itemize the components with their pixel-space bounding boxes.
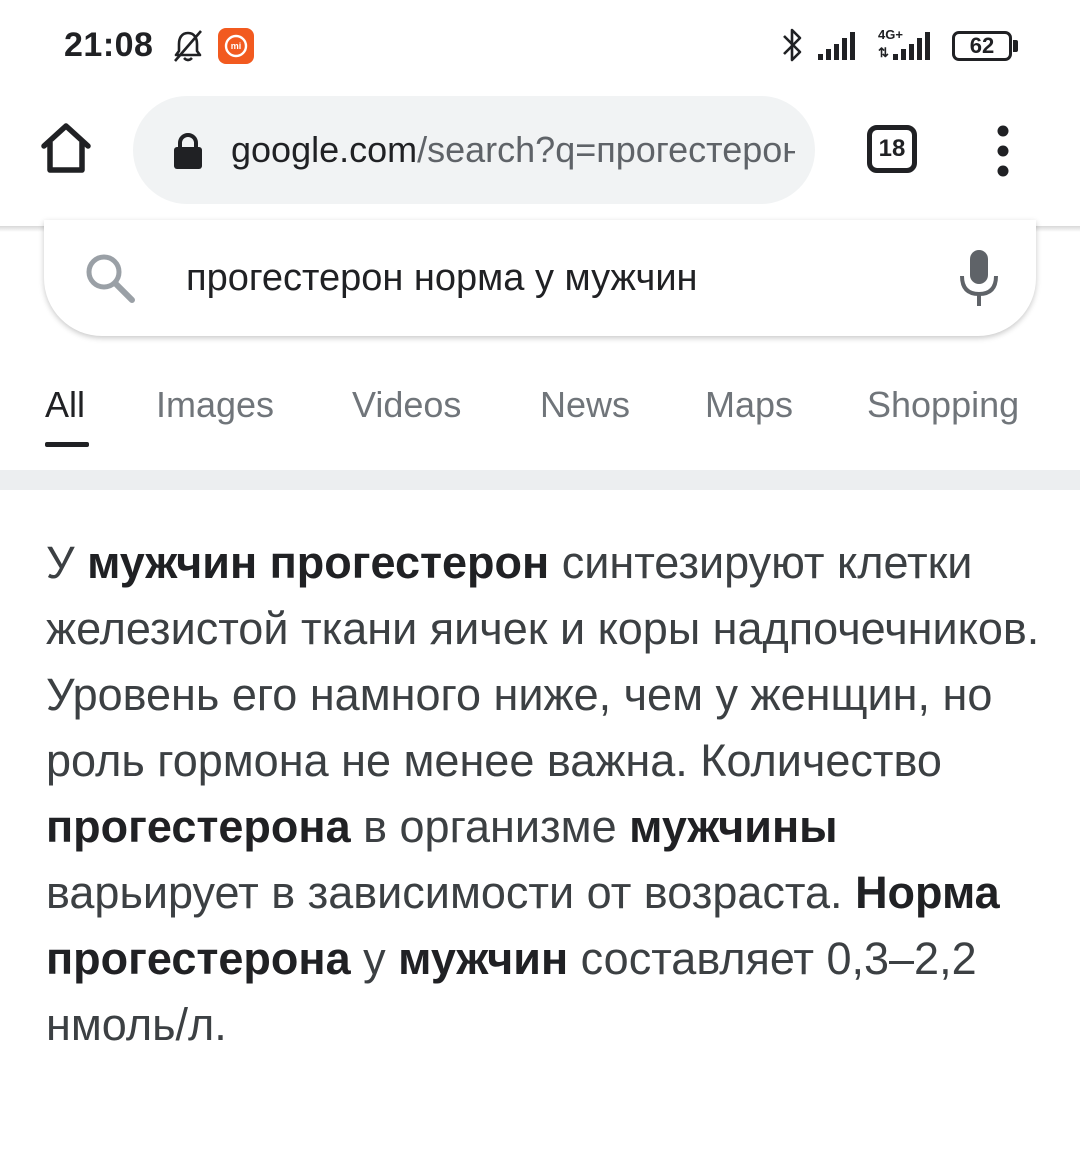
battery-icon: 62 [952,31,1012,61]
snippet-text: варьирует в зависимости от возраста. [46,867,856,918]
tabs-icon[interactable]: 18 [867,125,917,173]
url-domain: google.com [231,129,418,170]
tab-videos[interactable]: Videos [352,384,461,426]
signal-4g-icon [893,32,930,60]
tab-all[interactable]: All [45,384,85,426]
bell-muted-icon [174,30,202,62]
status-bar: 21:08 mi 4G+ ⇅ 62 [0,0,1080,92]
mi-app-icon: mi [218,28,254,64]
home-icon[interactable] [36,118,96,178]
tab-maps[interactable]: Maps [705,384,793,426]
section-divider [0,470,1080,490]
more-vert-icon[interactable] [986,124,1020,178]
battery-tip [1013,40,1018,52]
signal-icon [818,32,855,60]
snippet-text: У [46,537,88,588]
snippet-text: у [350,933,399,984]
status-time: 21:08 [64,26,154,64]
lock-icon [174,133,202,169]
search-tabs: All Images Videos News Maps Shopping [0,380,1080,450]
search-icon[interactable] [82,250,138,306]
svg-text:mi: mi [231,41,242,51]
url-bar[interactable]: google.com/search?q=прогестерон [133,96,815,204]
tab-images[interactable]: Images [156,384,274,426]
snippet-highlight: мужчин прогестерон [87,537,550,588]
tab-shopping[interactable]: Shopping [867,384,1019,426]
snippet-highlight: мужчины [629,801,838,852]
snippet-highlight: прогестерона [46,801,351,852]
snippet-highlight: мужчин [398,933,569,984]
snippet-text: в организме [350,801,630,852]
tab-news[interactable]: News [540,384,630,426]
url-text[interactable]: google.com/search?q=прогестерон [231,126,795,174]
search-input[interactable]: прогестерон норма у мужчин [186,253,698,303]
featured-snippet: У мужчин прогестерон синтезируют клетки … [46,530,1046,1058]
battery-level: 62 [969,33,995,58]
bluetooth-icon [783,28,802,62]
active-tab-indicator [45,442,89,447]
search-box[interactable]: прогестерон норма у мужчин [44,220,1036,336]
url-path: /search?q=прогестерон [417,129,795,170]
data-activity-icon: ⇅ [878,45,889,60]
mic-icon[interactable] [956,248,1002,308]
